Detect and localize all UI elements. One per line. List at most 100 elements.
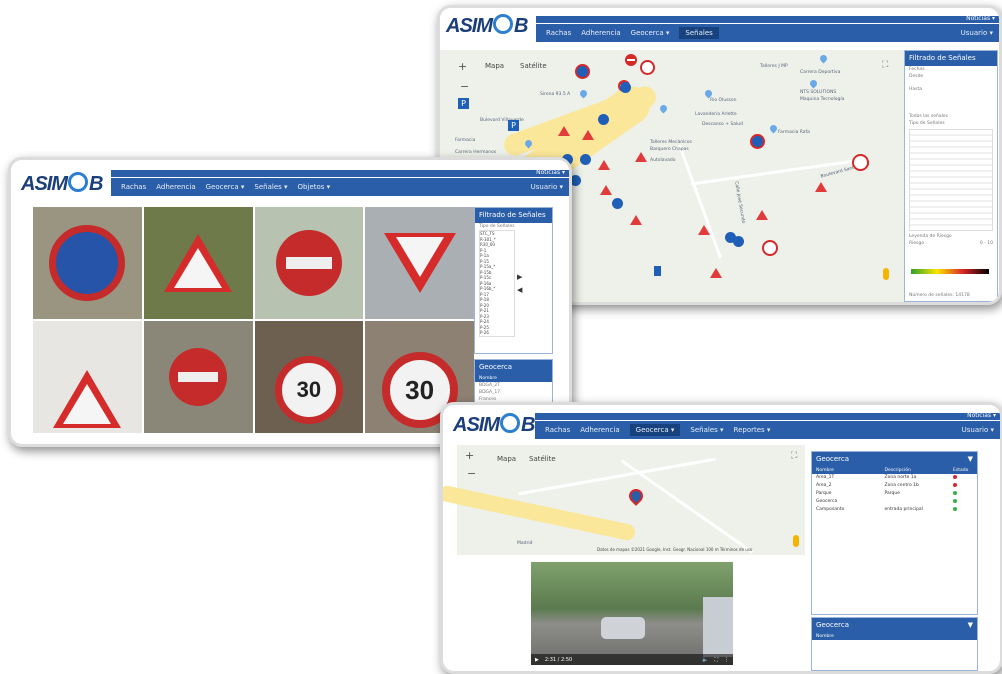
nav-adherencia[interactable]: Adherencia — [580, 426, 619, 434]
sign-warning-icon[interactable] — [710, 268, 722, 278]
list-item[interactable]: P-26 — [480, 330, 514, 336]
sign-warning-icon[interactable] — [582, 130, 594, 140]
parking-icon[interactable]: P — [458, 98, 469, 109]
filter-icon[interactable]: ▼ — [968, 620, 973, 631]
sign-warning-icon[interactable] — [630, 215, 642, 225]
sign-speed-limit-icon[interactable] — [762, 240, 778, 256]
map-canvas[interactable]: + − Mapa Satélite Madrid ⛶ Datos de mapa… — [443, 445, 805, 555]
map-label: Rio Olusson — [710, 98, 737, 103]
sign-speed-limit-icon[interactable] — [852, 154, 869, 171]
list-item[interactable]: BDGA_2T — [475, 382, 552, 389]
poi-pin-icon[interactable] — [818, 53, 829, 64]
nav-senales[interactable]: Señales ▾ — [690, 426, 723, 434]
sign-no-parking-icon[interactable] — [750, 134, 765, 149]
thumbnail-no-entry[interactable] — [254, 207, 364, 319]
nav-reportes[interactable]: Reportes ▾ — [734, 426, 771, 434]
street-view-icon[interactable] — [793, 535, 799, 547]
zoom-out-button[interactable]: − — [467, 467, 476, 480]
table-row[interactable]: Geocerca — [812, 498, 977, 506]
fullscreen-icon[interactable]: ⛶ — [791, 451, 797, 461]
signal-type-list[interactable]: STC_TS R-301_* R30_60 P-1 P-1a P-15 P-15… — [479, 230, 515, 337]
poi-pin-icon[interactable] — [578, 88, 589, 99]
status-dot — [953, 483, 957, 487]
table-row[interactable]: Camposanto entrada principal — [812, 506, 977, 514]
app-logo[interactable]: ASIM B — [446, 14, 528, 38]
thumbnail-children[interactable] — [143, 207, 253, 319]
filter-icon[interactable]: ▼ — [968, 454, 973, 465]
sign-speed-limit-icon: 30 — [274, 356, 343, 425]
news-menu[interactable]: Noticias ▾ — [536, 169, 565, 176]
poi-pin-icon[interactable] — [658, 103, 669, 114]
zoom-in-button[interactable]: + — [458, 60, 467, 73]
fullscreen-icon[interactable]: ⛶ — [714, 657, 718, 663]
nav-adherencia[interactable]: Adherencia — [581, 29, 620, 37]
tab-satellite[interactable]: Satélite — [520, 62, 547, 70]
thumbnail-speed-30[interactable]: 30 — [254, 321, 364, 433]
app-logo[interactable]: ASIM B — [453, 413, 535, 437]
sign-mandatory-icon[interactable] — [620, 82, 631, 93]
app-logo[interactable]: ASIM B — [21, 172, 103, 196]
nav-geocerca[interactable]: Geocerca ▾ — [629, 424, 681, 436]
video-player[interactable]: ▶ 2:31 / 2:50 🔈 ⛶ ⋮ — [531, 562, 733, 665]
sign-warning-icon[interactable] — [598, 160, 610, 170]
zoom-out-button[interactable]: − — [460, 80, 469, 93]
sign-no-parking-icon[interactable] — [575, 64, 590, 79]
fullscreen-icon[interactable]: ⛶ — [882, 60, 888, 70]
all-signals-checkbox[interactable]: Todas las señales — [905, 113, 997, 120]
sign-no-entry-icon[interactable] — [625, 54, 637, 66]
thumbnail-bump[interactable] — [33, 321, 142, 433]
news-menu[interactable]: Noticias ▾ — [966, 15, 995, 22]
sign-mandatory-icon[interactable] — [580, 154, 591, 165]
user-menu[interactable]: Usuario ▾ — [962, 426, 1000, 434]
sign-warning-icon[interactable] — [698, 225, 710, 235]
sign-mandatory-icon[interactable] — [612, 198, 623, 209]
signal-type-list[interactable] — [909, 129, 993, 231]
from-field[interactable]: Desde — [905, 73, 997, 80]
parking-icon[interactable]: P — [508, 120, 519, 131]
to-field[interactable]: Hasta — [905, 86, 997, 93]
sign-mandatory-icon[interactable] — [733, 236, 744, 247]
table-row[interactable]: Parque Parque — [812, 490, 977, 498]
sign-warning-icon[interactable] — [558, 126, 570, 136]
move-left-arrow-icon[interactable]: ◀ — [517, 286, 522, 294]
poi-pin-icon[interactable] — [808, 78, 819, 89]
nav-objetos[interactable]: Objetos ▾ — [298, 183, 331, 191]
table-row[interactable]: Area_2 Zona centro 1b — [812, 482, 977, 490]
thumbnail-no-parking[interactable] — [33, 207, 142, 319]
nav-rachas[interactable]: Rachas — [121, 183, 146, 191]
nav-geocerca[interactable]: Geocerca ▾ — [631, 29, 670, 37]
nav-rachas[interactable]: Rachas — [545, 426, 570, 434]
thumbnail-yield[interactable] — [365, 207, 474, 319]
thumbnail-no-entry[interactable] — [143, 321, 253, 433]
volume-icon[interactable]: 🔈 — [702, 657, 708, 663]
street-view-icon[interactable] — [883, 268, 889, 280]
list-item[interactable]: BDGA_17 — [475, 389, 552, 396]
user-menu[interactable]: Usuario ▾ — [531, 183, 569, 191]
move-right-arrow-icon[interactable]: ▶ — [517, 273, 522, 281]
poi-pin-icon[interactable] — [768, 123, 779, 134]
play-icon[interactable]: ▶ — [535, 657, 539, 663]
nav-senales[interactable]: Señales ▾ — [254, 183, 287, 191]
zoom-in-button[interactable]: + — [465, 449, 474, 462]
table-row[interactable]: Area_1T Zona norte 1a — [812, 474, 977, 482]
more-options-icon[interactable]: ⋮ — [724, 657, 733, 663]
sign-prohibition-icon[interactable] — [640, 60, 655, 75]
sign-info-icon[interactable] — [654, 266, 661, 276]
news-menu[interactable]: Noticias ▾ — [967, 412, 996, 419]
sign-warning-icon[interactable] — [600, 185, 612, 195]
nav-geocerca[interactable]: Geocerca ▾ — [206, 183, 245, 191]
nav-rachas[interactable]: Rachas — [546, 29, 571, 37]
sign-warning-icon[interactable] — [635, 152, 647, 162]
tab-satellite[interactable]: Satélite — [529, 455, 556, 463]
sign-warning-icon[interactable] — [756, 210, 768, 220]
nav-senales[interactable]: Señales — [679, 27, 719, 39]
tab-map[interactable]: Mapa — [497, 455, 516, 463]
legend-min: Riesgo — [909, 241, 925, 246]
user-menu[interactable]: Usuario ▾ — [961, 29, 999, 37]
nav-adherencia[interactable]: Adherencia — [156, 183, 195, 191]
tab-map[interactable]: Mapa — [485, 62, 504, 70]
sign-mandatory-icon[interactable] — [598, 114, 609, 125]
vehicle-location-icon[interactable] — [626, 486, 646, 506]
poi-pin-icon[interactable] — [703, 88, 714, 99]
sign-warning-icon[interactable] — [815, 182, 827, 192]
